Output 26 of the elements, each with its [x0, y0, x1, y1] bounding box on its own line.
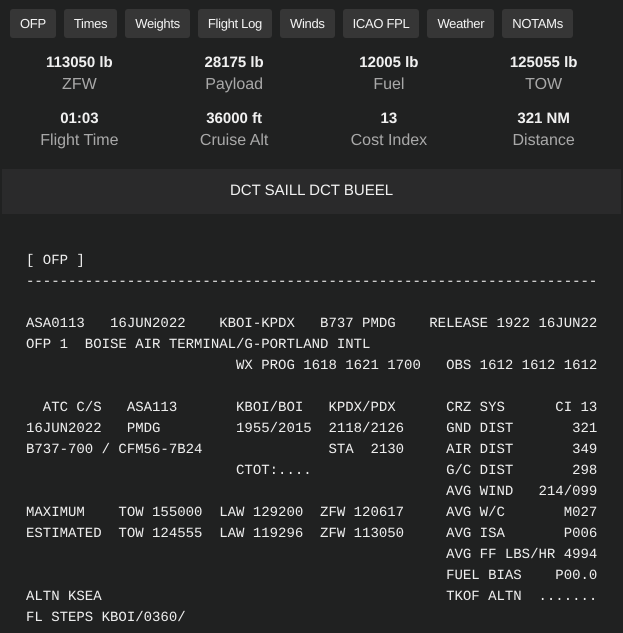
stat-value: 28175 lb: [204, 53, 264, 73]
tab-button[interactable]: Flight Log: [198, 9, 272, 38]
tab-button[interactable]: OFP: [10, 9, 56, 38]
route-bar: DCT SAILL DCT BUEEL: [2, 169, 621, 214]
tab-button[interactable]: Weights: [125, 9, 190, 38]
tab-button[interactable]: NOTAMs: [502, 9, 573, 38]
stat-value: 321 NM: [517, 109, 570, 129]
stat-label: Cost Index: [350, 131, 428, 151]
tab-button[interactable]: Weather: [427, 9, 494, 38]
tab-button[interactable]: Winds: [280, 9, 335, 38]
stat-label: Payload: [205, 75, 264, 95]
stat-label: ZFW: [62, 75, 97, 95]
tab-button[interactable]: Times: [64, 9, 118, 38]
stat-value: 113050 lb: [46, 53, 113, 73]
stat-label: Flight Time: [40, 131, 118, 151]
stat-value: 01:03: [60, 109, 99, 129]
ofp-text: [ OFP ] -------------------------------------------------------------------- ASA0113 16JUN2022 KBOI-KPDX B737 PMDG RELEASE 1922 16JUN22 OFP 1 BOISE AIR TERMINAL/G-PORTLAND INTL WX PROG 1618 1621 1700 OBS 1612 1612 1612 ATC C/S ASA113 KBOI/BOI KPDX/PDX CRZ SYS CI 13 16JUN2022 PMDG 1955/2015 2118/2126 GND DIST 321 B737-700 / CFM56-7B24 STA 2130 AIR DIST 349 CTOT:.... G/C DIST 298 AVG WIND 214/099 MAXIMUM TOW 155000 LAW 129200 ZFW 120617 AVG W/C M027 ESTIMATED TOW 124555 LAW 119296 ZFW 113050 AVG ISA P006 AVG FF LBS/HR 4994 FUEL BIAS P00.0 ALTN KSEA TKOF ALTN ....... FL STEPS KBOI/0360/: [25, 252, 598, 628]
stat-value: 13: [380, 109, 398, 129]
stat-label: Cruise Alt: [200, 131, 268, 151]
stat-label: TOW: [525, 75, 562, 95]
stat-value: 125055 lb: [510, 53, 578, 73]
tab-button[interactable]: ICAO FPL: [342, 9, 420, 38]
stat-label: Distance: [512, 131, 575, 151]
stat-value: 36000 ft: [206, 109, 262, 129]
stat-label: Fuel: [373, 75, 404, 95]
stat-value: 12005 lb: [359, 53, 418, 73]
